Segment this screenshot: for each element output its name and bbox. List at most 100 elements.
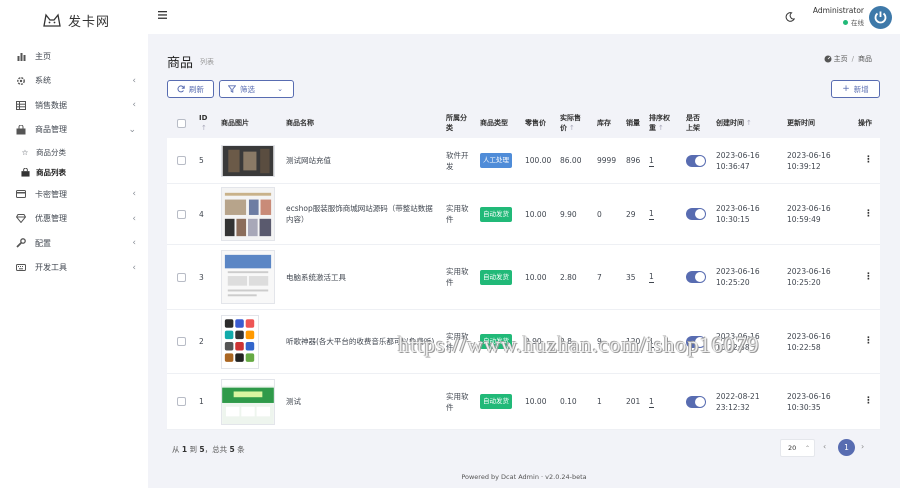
- product-thumbnail[interactable]: [221, 187, 275, 241]
- table-header: ID ↑ 商品图片 商品名称 所属分类 商品类型 零售价 实际售价 ↑ 库存 销量 …: [167, 108, 880, 138]
- per-page-select[interactable]: 20 ⌃: [780, 439, 815, 457]
- footer: Powered by Dcat Admin · v2.0.24-beta: [461, 473, 587, 481]
- row-checkbox[interactable]: [177, 337, 186, 346]
- product-thumbnail[interactable]: [221, 314, 259, 369]
- avatar[interactable]: [869, 6, 892, 29]
- pagination-prefix: 从: [172, 445, 180, 454]
- keyboard-icon: [16, 263, 26, 273]
- more-actions-icon[interactable]: ⋮: [864, 336, 873, 347]
- select-all-checkbox-cell: [177, 108, 186, 138]
- col-id[interactable]: ID ↑: [199, 108, 207, 138]
- row-checkbox[interactable]: [177, 272, 186, 282]
- listed-toggle[interactable]: [686, 271, 706, 283]
- user-name: Administrator: [812, 6, 864, 15]
- sidebar-item-config[interactable]: 配置 ‹: [0, 231, 148, 256]
- table-row: 3 电脑系统激活工具 实用软件 自动发货 10.00 2.80 7 35 1 2…: [167, 245, 880, 310]
- chevron-left-icon: ‹: [132, 238, 136, 249]
- breadcrumb-separator: /: [851, 55, 854, 63]
- online-dot-icon: [843, 19, 848, 25]
- cell-weight: 1: [649, 184, 654, 244]
- cell-price: 2.80: [560, 272, 577, 282]
- sidebar-item-sales[interactable]: 销售数据 ‹: [0, 93, 148, 118]
- table-body: 5 测试网站充值 软件开发 人工处理 100.00 86.00 9999 896…: [167, 138, 880, 430]
- cell-retail: 10.00: [525, 209, 547, 219]
- sidebar-item-products[interactable]: 商品管理 ⌄: [0, 118, 148, 143]
- prev-page-button[interactable]: ‹: [823, 442, 826, 451]
- cell-listed: [686, 138, 706, 183]
- sidebar-subitem-label: 商品分类: [36, 147, 66, 157]
- col-sales-label: 销量: [626, 119, 640, 127]
- row-checkbox[interactable]: [177, 156, 186, 165]
- cell-created: 2023-06-16 10:36:47: [716, 138, 760, 183]
- sidebar-item-label: 配置: [35, 238, 51, 248]
- current-page-button[interactable]: 1: [838, 439, 855, 456]
- chevron-left-icon: ‹: [132, 100, 136, 111]
- more-actions-icon[interactable]: ⋮: [864, 155, 873, 166]
- bar-chart-icon: [16, 51, 26, 61]
- sidebar-item-card-keys[interactable]: 卡密管理 ‹: [0, 182, 148, 207]
- editable-weight[interactable]: 1: [649, 396, 654, 408]
- product-thumbnail[interactable]: [221, 378, 275, 425]
- next-page-button[interactable]: ›: [861, 442, 864, 451]
- row-checkbox-cell: [177, 310, 186, 373]
- sidebar-subitem-product-list[interactable]: 商品列表: [0, 162, 148, 182]
- cell-created: 2023-06-16 10:25:20: [716, 245, 760, 309]
- add-product-button[interactable]: + 新增: [831, 80, 880, 98]
- editable-weight[interactable]: 1: [649, 155, 654, 167]
- cell-category: 实用软件: [446, 374, 469, 429]
- cell-stock: 9999: [597, 156, 617, 165]
- product-thumbnail[interactable]: [221, 144, 275, 177]
- chevron-down-icon: ⌄: [128, 124, 136, 135]
- more-actions-icon[interactable]: ⋮: [864, 209, 873, 220]
- sort-icon: ↑: [658, 124, 664, 132]
- col-updated: 更新时间: [787, 108, 815, 138]
- sidebar-item-home[interactable]: 主页: [0, 44, 148, 69]
- cell-id: 4: [199, 209, 204, 219]
- user-info[interactable]: Administrator 在线: [812, 6, 864, 27]
- col-updated-label: 更新时间: [787, 119, 815, 127]
- cell-category-line1: 实用软: [446, 267, 469, 276]
- listed-toggle[interactable]: [686, 208, 706, 220]
- col-price[interactable]: 实际售价 ↑: [560, 108, 581, 138]
- cell-retail: 10.00: [525, 272, 547, 282]
- logo[interactable]: 发卡网: [0, 0, 148, 40]
- col-retail-label: 零售价: [525, 119, 546, 127]
- select-all-checkbox[interactable]: [177, 118, 186, 128]
- filter-button[interactable]: 筛选 ⌄: [219, 80, 294, 98]
- more-actions-icon[interactable]: ⋮: [864, 272, 873, 283]
- product-thumbnail[interactable]: [221, 250, 275, 304]
- editable-weight[interactable]: 1: [649, 208, 654, 220]
- row-checkbox[interactable]: [177, 209, 186, 219]
- add-label: 新增: [853, 84, 869, 94]
- hamburger-icon[interactable]: [158, 10, 168, 20]
- cell-category-line1: 实用软: [446, 204, 469, 213]
- cell-sales: 201: [626, 397, 641, 406]
- sidebar-item-system[interactable]: 系统 ‹: [0, 69, 148, 94]
- sidebar-item-dev-tools[interactable]: 开发工具 ‹: [0, 256, 148, 281]
- chevron-left-icon: ‹: [132, 75, 136, 86]
- shopping-bag-icon: [20, 167, 30, 177]
- cell-updated: 2023-06-16 10:25:20: [787, 245, 831, 309]
- col-created[interactable]: 创建时间 ↑: [716, 108, 752, 138]
- more-actions-icon[interactable]: ⋮: [864, 396, 873, 407]
- refresh-button[interactable]: 刷新: [167, 80, 214, 98]
- editable-weight[interactable]: 1: [649, 271, 654, 283]
- listed-toggle[interactable]: [686, 395, 706, 408]
- col-weight[interactable]: 排序权重 ↑: [649, 108, 670, 138]
- updated-date: 2023-06-16: [787, 391, 831, 401]
- moon-icon[interactable]: [785, 12, 795, 22]
- pagination-info: 从 1 到 5，总共 5 条: [172, 444, 245, 455]
- listed-toggle[interactable]: [686, 154, 706, 167]
- sidebar-subitem-categories[interactable]: ☆ 商品分类: [0, 142, 148, 162]
- table-row: 5 测试网站充值 软件开发 人工处理 100.00 86.00 9999 896…: [167, 138, 880, 184]
- row-checkbox[interactable]: [177, 397, 186, 406]
- created-date: 2022-08-21: [716, 391, 760, 401]
- cell-image: [221, 245, 275, 309]
- breadcrumb-home[interactable]: 主页: [834, 54, 848, 64]
- col-category-label-2: 类: [446, 124, 453, 132]
- col-stock-label: 库存: [597, 119, 611, 127]
- cell-type: 自动发货: [480, 184, 512, 244]
- cell-name: 测试网站充值: [286, 156, 331, 165]
- sidebar-item-coupons[interactable]: 优惠管理 ‹: [0, 207, 148, 232]
- table-row: 1 测试 实用软件 自动发货 10.00 0.10 1 201 1 2022-0…: [167, 374, 880, 430]
